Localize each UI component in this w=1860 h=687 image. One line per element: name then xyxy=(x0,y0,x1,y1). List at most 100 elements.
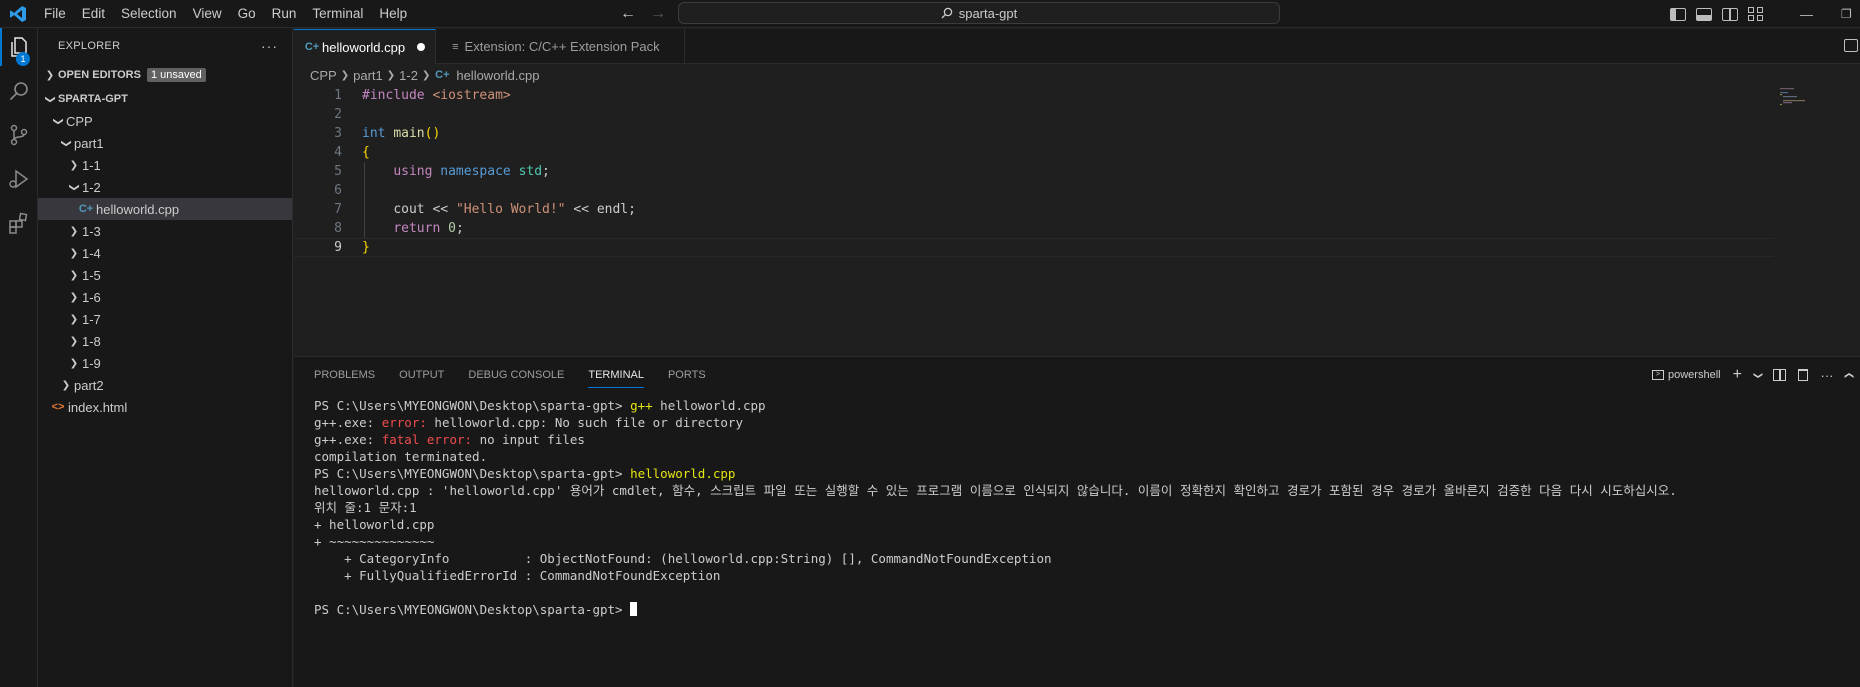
token-function: main xyxy=(393,126,425,141)
tree-file-index-html[interactable]: <> index.html xyxy=(38,396,292,418)
code-editor[interactable]: 1 #include <iostream> 2 3 int main() 4 {… xyxy=(294,86,1860,356)
html-file-icon: <> xyxy=(51,401,65,413)
token-identifier: cout << xyxy=(393,202,456,217)
terminal-line: compilation terminated. xyxy=(314,449,488,464)
menu-file[interactable]: File xyxy=(36,0,74,28)
tree-folder-1-9[interactable]: ❯ 1-9 xyxy=(38,352,292,374)
trash-icon[interactable] xyxy=(1798,369,1809,381)
tree-folder-1-5[interactable]: ❯ 1-5 xyxy=(38,264,292,286)
menu-edit[interactable]: Edit xyxy=(74,0,113,28)
back-arrow-icon[interactable]: ← xyxy=(620,5,636,23)
chevron-down-icon: ❯ xyxy=(52,116,64,126)
terminal-text: g++.exe: xyxy=(314,432,382,447)
unsaved-dot-icon[interactable] xyxy=(417,43,426,51)
panel-tab-ports[interactable]: PORTS xyxy=(668,369,706,381)
token-punct: ; xyxy=(542,164,550,179)
terminal-shell-selector[interactable]: > powershell xyxy=(1652,369,1721,381)
code-line: 8 return 0; xyxy=(294,219,1774,238)
breadcrumb-item[interactable]: CPP xyxy=(310,68,337,83)
chevron-down-icon[interactable]: ❯ xyxy=(1752,371,1763,379)
code-line: 4 { xyxy=(294,143,1774,162)
breadcrumb-item[interactable]: part1 xyxy=(353,68,383,83)
toggle-panel-icon[interactable] xyxy=(1696,7,1712,21)
breadcrumb-item[interactable]: 1-2 xyxy=(399,68,418,83)
editor-tabs: C+ helloworld.cpp ≡ Extension: C/C++ Ext… xyxy=(294,29,1860,64)
tab-helloworld[interactable]: C+ helloworld.cpp xyxy=(294,29,437,64)
menu-selection[interactable]: Selection xyxy=(113,0,185,28)
tree-label: 1-8 xyxy=(82,333,101,349)
terminal-prompt: PS C:\Users\MYEONGWON\Desktop\sparta-gpt… xyxy=(314,398,631,413)
terminal-error-line: helloworld.cpp : 'helloworld.cpp' 용어가 cm… xyxy=(314,483,1677,498)
restore-icon[interactable]: ❐ xyxy=(1841,7,1852,21)
line-number: 1 xyxy=(334,88,342,103)
menu-terminal[interactable]: Terminal xyxy=(304,0,371,28)
split-terminal-icon[interactable] xyxy=(1773,369,1787,381)
forward-arrow-icon[interactable]: → xyxy=(650,5,666,23)
token-number: 0 xyxy=(448,221,456,236)
menu-view[interactable]: View xyxy=(185,0,230,28)
tree-folder-cpp[interactable]: ❯ CPP xyxy=(38,110,292,132)
line-number: 3 xyxy=(334,126,342,141)
menu-run[interactable]: Run xyxy=(264,0,305,28)
terminal-output[interactable]: PS C:\Users\MYEONGWON\Desktop\sparta-gpt… xyxy=(314,397,1854,618)
chevron-right-icon: ❯ xyxy=(69,291,79,303)
tree-folder-1-8[interactable]: ❯ 1-8 xyxy=(38,330,292,352)
tree-folder-1-6[interactable]: ❯ 1-6 xyxy=(38,286,292,308)
tree-folder-1-1[interactable]: ❯ 1-1 xyxy=(38,154,292,176)
more-actions-icon[interactable]: ··· xyxy=(1820,368,1833,383)
more-actions-icon[interactable]: ··· xyxy=(261,38,278,54)
minimize-icon[interactable]: — xyxy=(1800,7,1813,22)
activity-explorer[interactable]: 1 xyxy=(0,28,38,66)
activity-run-debug[interactable] xyxy=(0,160,38,198)
indent-guide xyxy=(364,162,365,238)
vscode-logo-icon xyxy=(0,0,36,28)
activity-search[interactable] xyxy=(0,72,38,110)
open-editors-section[interactable]: ❯ OPEN EDITORS 1 unsaved xyxy=(38,64,292,86)
terminal-text: helloworld.cpp: No such file or director… xyxy=(434,415,743,430)
menu-help[interactable]: Help xyxy=(371,0,415,28)
bottom-panel: PROBLEMS OUTPUT DEBUG CONSOLE TERMINAL P… xyxy=(294,356,1860,687)
breadcrumb-item[interactable]: helloworld.cpp xyxy=(456,68,539,83)
extensions-icon xyxy=(9,212,28,234)
tree-folder-1-4[interactable]: ❯ 1-4 xyxy=(38,242,292,264)
tree-label: part2 xyxy=(74,377,104,393)
customize-layout-icon[interactable] xyxy=(1748,7,1764,21)
panel-tab-debug-console[interactable]: DEBUG CONSOLE xyxy=(468,369,564,381)
command-center-search[interactable]: sparta-gpt xyxy=(678,2,1280,24)
terminal-error-label: error: xyxy=(381,415,435,430)
tree-folder-1-3[interactable]: ❯ 1-3 xyxy=(38,220,292,242)
chevron-right-icon: ❯ xyxy=(340,69,350,81)
terminal-prompt: PS C:\Users\MYEONGWON\Desktop\sparta-gpt… xyxy=(314,466,631,481)
title-bar: File Edit Selection View Go Run Terminal… xyxy=(0,0,1860,28)
chevron-right-icon: ❯ xyxy=(69,269,79,281)
tree-folder-1-7[interactable]: ❯ 1-7 xyxy=(38,308,292,330)
panel-tab-output[interactable]: OUTPUT xyxy=(399,369,444,381)
workspace-root-section[interactable]: ❯ SPARTA-GPT xyxy=(38,88,292,110)
menu-go[interactable]: Go xyxy=(230,0,264,28)
terminal-icon: > xyxy=(1652,370,1664,380)
tree-file-helloworld[interactable]: C+ helloworld.cpp xyxy=(38,198,292,220)
tab-extension-pack[interactable]: ≡ Extension: C/C++ Extension Pack xyxy=(436,29,685,64)
toggle-primary-sidebar-icon[interactable] xyxy=(1670,7,1686,21)
new-terminal-icon[interactable]: + xyxy=(1733,366,1742,384)
token-namespace: std xyxy=(518,164,543,179)
panel-tab-problems[interactable]: PROBLEMS xyxy=(314,369,375,381)
token-parens: () xyxy=(424,126,441,141)
tree-label: 1-4 xyxy=(82,245,101,261)
breadcrumb: CPP ❯ part1 ❯ 1-2 ❯ C+ helloworld.cpp xyxy=(294,64,1794,86)
panel-tab-terminal[interactable]: TERMINAL xyxy=(588,369,644,388)
minimap[interactable] xyxy=(1780,86,1810,126)
activity-extensions[interactable] xyxy=(0,204,38,242)
toggle-secondary-sidebar-icon[interactable] xyxy=(1722,7,1738,21)
terminal-command: g++ xyxy=(630,398,653,413)
chevron-right-icon: ❯ xyxy=(69,335,79,347)
chevron-up-icon[interactable]: ❯ xyxy=(1844,371,1855,379)
split-editor-icon[interactable] xyxy=(1844,39,1858,52)
tree-folder-part1[interactable]: ❯ part1 xyxy=(38,132,292,154)
tab-label: Extension: C/C++ Extension Pack xyxy=(464,39,660,54)
terminal-error-line: + FullyQualifiedErrorId : CommandNotFoun… xyxy=(314,568,721,583)
code-line: 6 xyxy=(294,181,1774,200)
tree-folder-part2[interactable]: ❯ part2 xyxy=(38,374,292,396)
activity-source-control[interactable] xyxy=(0,116,38,154)
tree-folder-1-2[interactable]: ❯ 1-2 xyxy=(38,176,292,198)
